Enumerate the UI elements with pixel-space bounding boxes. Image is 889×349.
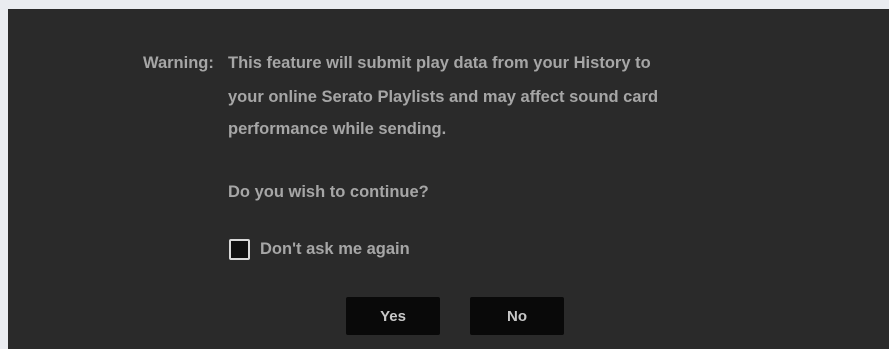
continue-question: Do you wish to continue? <box>228 183 429 201</box>
warning-text-line-3: performance while sending. <box>228 120 447 138</box>
warning-text-line-2: your online Serato Playlists and may aff… <box>228 88 659 106</box>
dont-ask-again-checkbox[interactable] <box>229 238 250 260</box>
warning-text-line-1: This feature will submit play data from … <box>228 54 651 72</box>
warning-label: Warning: <box>143 54 214 72</box>
dont-ask-again-label[interactable]: Don't ask me again <box>260 240 410 259</box>
warning-dialog: Warning: This feature will submit play d… <box>8 9 889 349</box>
yes-button[interactable]: Yes <box>346 297 440 335</box>
dont-ask-again-option[interactable]: Don't ask me again <box>229 237 410 261</box>
no-button[interactable]: No <box>470 297 564 335</box>
